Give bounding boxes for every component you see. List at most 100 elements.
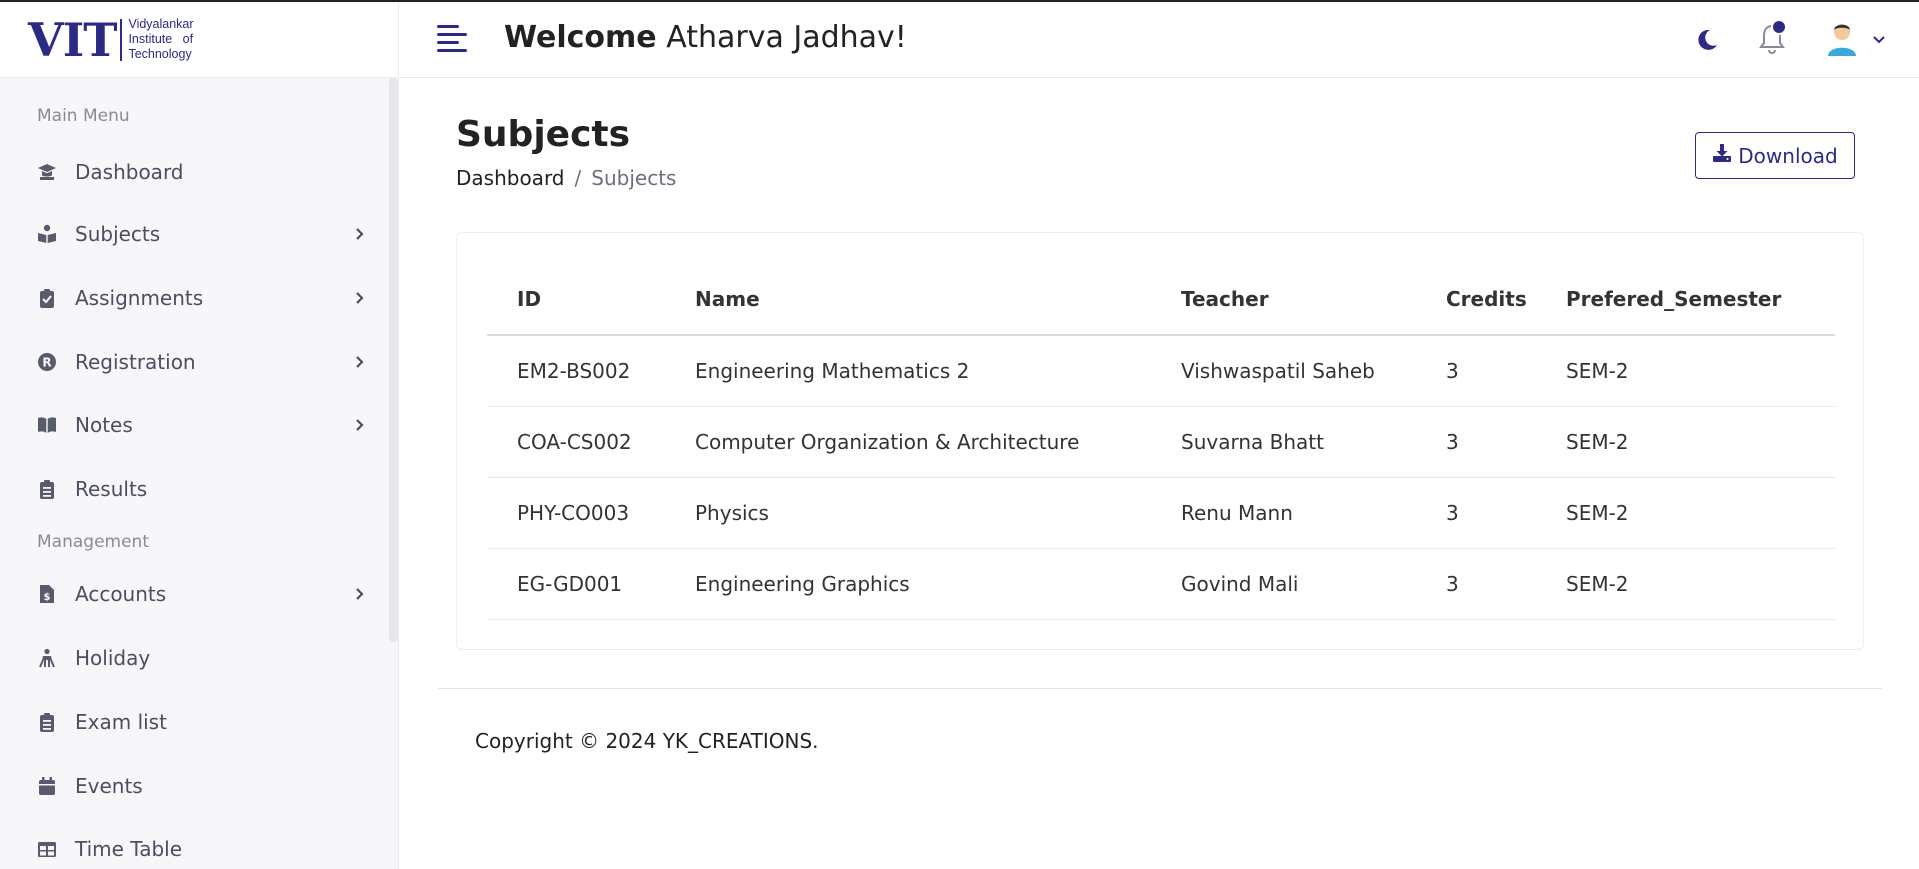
cell-name: Computer Organization & Architecture (665, 406, 1151, 478)
cell-teacher: Vishwaspatil Saheb (1151, 335, 1416, 407)
sidebar-item-label: Events (75, 774, 143, 798)
clipboard-list-icon (37, 479, 57, 499)
cell-semester: SEM-2 (1536, 335, 1835, 407)
book-reader-icon (37, 224, 57, 244)
sidebar-item-accounts[interactable]: $ Accounts (0, 574, 380, 614)
cell-teacher: Renu Mann (1151, 477, 1416, 549)
column-header-semester[interactable]: Prefered_Semester (1536, 263, 1835, 336)
graduation-cap-icon (37, 162, 57, 182)
cell-teacher: Govind Mali (1151, 548, 1416, 620)
table-row: EG-GD001 Engineering Graphics Govind Mal… (487, 548, 1835, 620)
file-invoice-dollar-icon: $ (37, 584, 57, 604)
sidebar-item-assignments[interactable]: Assignments (0, 278, 380, 318)
chevron-right-icon (350, 288, 370, 308)
svg-text:$: $ (44, 592, 51, 603)
column-header-credits[interactable]: Credits (1416, 263, 1536, 336)
cell-credits: 3 (1416, 477, 1536, 549)
logo-text: Vidyalankar Institute of Technology (128, 17, 193, 62)
welcome-label: Welcome (504, 20, 657, 55)
holiday-icon (37, 648, 57, 668)
download-icon (1712, 143, 1732, 168)
sidebar-item-label: Registration (75, 350, 196, 374)
clipboard-check-icon (37, 288, 57, 308)
sidebar-item-label: Dashboard (75, 160, 184, 184)
sidebar-item-label: Subjects (75, 222, 161, 246)
column-header-name[interactable]: Name (665, 263, 1151, 336)
logo-line-1: Vidyalankar (128, 17, 194, 31)
sidebar-item-subjects[interactable]: Subjects (0, 214, 380, 254)
cell-name: Physics (665, 477, 1151, 549)
cell-name: Engineering Graphics (665, 548, 1151, 620)
logo-divider (120, 18, 123, 61)
cell-semester: SEM-2 (1536, 548, 1835, 620)
menu-section-management: Management (37, 532, 149, 552)
book-open-icon (37, 415, 57, 435)
chevron-right-icon (350, 415, 370, 435)
calendar-icon (37, 776, 57, 796)
welcome-message: Welcome Atharva Jadhav! (504, 20, 907, 55)
footer-copyright: Copyright © 2024 YK_CREATIONS. (475, 729, 819, 753)
download-label: Download (1738, 143, 1838, 168)
breadcrumb-separator: / (574, 166, 582, 190)
logo-line-3: Technology (128, 47, 192, 61)
cell-id: COA-CS002 (487, 406, 665, 478)
cell-credits: 3 (1416, 548, 1536, 620)
logo-line-2: Institute of (128, 32, 194, 46)
subjects-card: ID Name Teacher Credits Prefered_Semeste… (456, 232, 1864, 650)
breadcrumb-subjects: Subjects (591, 166, 677, 190)
sidebar-item-exam-list[interactable]: Exam list (0, 702, 380, 742)
sidebar-item-notes[interactable]: Notes (0, 405, 380, 445)
breadcrumb-dashboard[interactable]: Dashboard (456, 166, 565, 190)
column-header-teacher[interactable]: Teacher (1151, 263, 1416, 336)
sidebar-item-label: Accounts (75, 582, 167, 606)
sidebar-item-results[interactable]: Results (0, 469, 380, 509)
sidebar-item-label: Time Table (75, 837, 183, 861)
cell-id: EM2-BS002 (487, 335, 665, 407)
footer-divider (438, 688, 1882, 689)
download-button[interactable]: Download (1695, 132, 1855, 179)
menu-toggle-icon[interactable] (437, 25, 467, 53)
table-header-row: ID Name Teacher Credits Prefered_Semeste… (487, 263, 1835, 336)
sidebar-scrollbar[interactable] (389, 78, 398, 642)
table-row: COA-CS002 Computer Organization & Archit… (487, 406, 1835, 478)
sidebar-item-label: Assignments (75, 286, 204, 310)
registered-icon: R (37, 352, 57, 372)
sidebar-item-label: Notes (75, 413, 133, 437)
cell-teacher: Suvarna Bhatt (1151, 406, 1416, 478)
sidebar-item-events[interactable]: Events (0, 766, 380, 806)
cell-id: PHY-CO003 (487, 477, 665, 549)
subjects-table: ID Name Teacher Credits Prefered_Semeste… (487, 263, 1835, 620)
logo-abbr: VIT (28, 12, 117, 67)
chevron-down-icon[interactable] (1872, 34, 1886, 46)
top-header: Welcome Atharva Jadhav! (399, 2, 1919, 78)
sidebar-item-dashboard[interactable]: Dashboard (0, 152, 380, 192)
menu-section-main: Main Menu (37, 106, 130, 126)
logo[interactable]: VIT Vidyalankar Institute of Technology (0, 2, 398, 78)
column-header-id[interactable]: ID (487, 263, 665, 336)
sidebar-item-time-table[interactable]: Time Table (0, 829, 380, 869)
sidebar-item-holiday[interactable]: Holiday (0, 638, 380, 678)
cell-semester: SEM-2 (1536, 477, 1835, 549)
breadcrumb: Dashboard / Subjects (456, 166, 676, 190)
chevron-right-icon (350, 352, 370, 372)
table-row: EM2-BS002 Engineering Mathematics 2 Vish… (487, 335, 1835, 407)
cell-credits: 3 (1416, 406, 1536, 478)
sidebar-item-registration[interactable]: R Registration (0, 342, 380, 382)
notification-bell-icon[interactable] (1757, 19, 1787, 56)
notification-badge (1771, 19, 1787, 35)
moon-icon[interactable] (1694, 27, 1720, 53)
clipboard-list-icon (37, 712, 57, 732)
page-title: Subjects (456, 114, 631, 155)
user-name: Atharva Jadhav! (666, 20, 907, 55)
cell-semester: SEM-2 (1536, 406, 1835, 478)
chevron-right-icon (350, 584, 370, 604)
sidebar: VIT Vidyalankar Institute of Technology … (0, 2, 399, 869)
table-row: PHY-CO003 Physics Renu Mann 3 SEM-2 (487, 477, 1835, 549)
svg-text:R: R (42, 356, 51, 370)
sidebar-item-label: Holiday (75, 646, 151, 670)
sidebar-item-label: Exam list (75, 710, 167, 734)
avatar[interactable] (1824, 20, 1860, 58)
cell-id: EG-GD001 (487, 548, 665, 620)
table-icon (37, 839, 57, 859)
sidebar-item-label: Results (75, 477, 148, 501)
